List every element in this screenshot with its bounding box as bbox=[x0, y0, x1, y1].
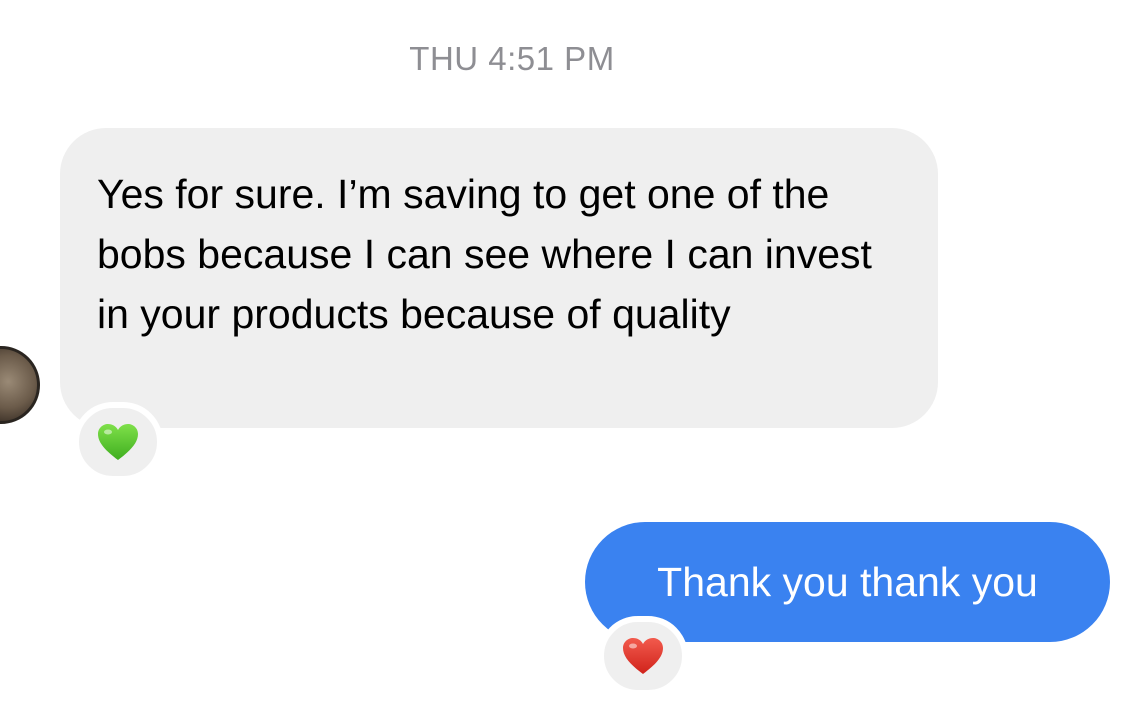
contact-avatar[interactable] bbox=[0, 346, 40, 424]
incoming-message-text: Yes for sure. I’m saving to get one of t… bbox=[97, 171, 872, 337]
red-heart-icon bbox=[623, 638, 663, 674]
message-timestamp: THU 4:51 PM bbox=[409, 40, 615, 77]
outgoing-message-reaction[interactable] bbox=[598, 616, 688, 696]
incoming-message-reaction[interactable] bbox=[73, 402, 163, 482]
outgoing-message-text: Thank you thank you bbox=[657, 559, 1038, 605]
green-heart-icon bbox=[98, 424, 138, 460]
incoming-message-bubble[interactable]: Yes for sure. I’m saving to get one of t… bbox=[60, 128, 938, 428]
